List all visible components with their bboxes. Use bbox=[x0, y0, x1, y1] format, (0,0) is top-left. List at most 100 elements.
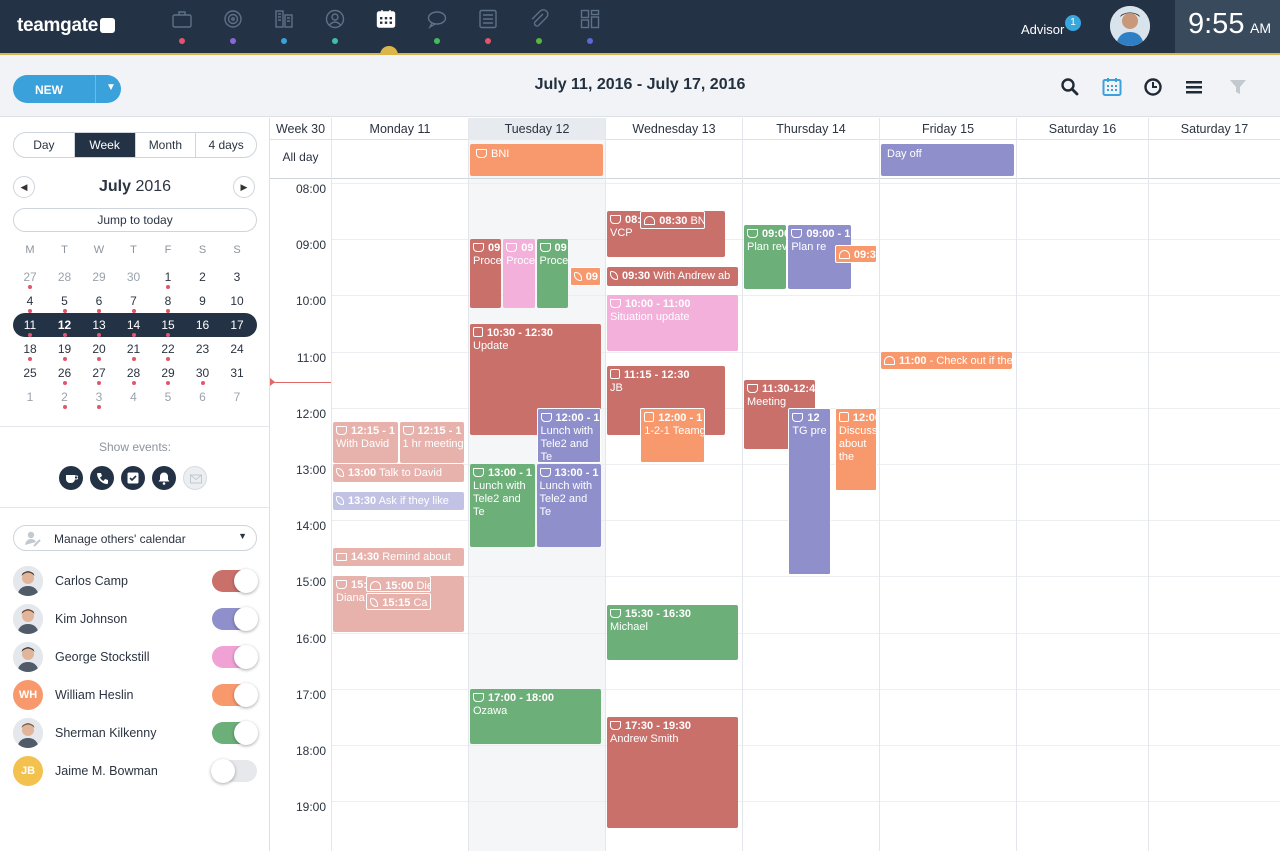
calendar-toggle[interactable] bbox=[212, 683, 258, 707]
tab-day[interactable]: Day bbox=[14, 133, 75, 157]
filter-phone[interactable] bbox=[90, 466, 114, 490]
teamgate-logo[interactable]: teamgate bbox=[17, 15, 116, 37]
mini-calendar-day[interactable]: 9 bbox=[186, 292, 220, 310]
mini-calendar-day[interactable]: 4 bbox=[13, 292, 47, 313]
calendar-toggle[interactable] bbox=[211, 759, 257, 783]
nav-list[interactable] bbox=[475, 8, 501, 44]
mini-calendar-day[interactable]: 30 bbox=[186, 364, 220, 385]
mini-calendar-day[interactable]: 19 bbox=[48, 340, 82, 361]
mini-calendar-day[interactable]: 13 bbox=[82, 316, 116, 337]
mini-calendar-day[interactable]: 2 bbox=[186, 268, 220, 286]
calendar-event[interactable]: 11:00 - Check out if the bbox=[881, 351, 1012, 370]
mini-calendar-day[interactable]: 4 bbox=[117, 388, 151, 406]
mini-calendar-day[interactable]: 23 bbox=[186, 340, 220, 358]
mini-calendar-day[interactable]: 6 bbox=[82, 292, 116, 313]
mini-calendar-day[interactable]: 6 bbox=[186, 388, 220, 406]
mini-calendar-day[interactable]: 25 bbox=[13, 364, 47, 382]
allday-event[interactable]: BNI bbox=[470, 144, 603, 176]
allday-event[interactable]: Day off bbox=[881, 144, 1014, 176]
nav-building[interactable] bbox=[271, 8, 297, 44]
mini-calendar-day[interactable]: 22 bbox=[151, 340, 185, 361]
nav-calendar[interactable] bbox=[373, 8, 399, 44]
calendar-event[interactable]: 12:15 - 11 hr meeting bbox=[399, 421, 464, 463]
mini-calendar-day[interactable]: 26 bbox=[48, 364, 82, 385]
mini-calendar-day[interactable]: 1 bbox=[13, 388, 47, 406]
next-month-icon[interactable]: ▶ bbox=[233, 176, 255, 198]
nav-contact[interactable] bbox=[322, 8, 348, 44]
calendar-toggle[interactable] bbox=[212, 645, 258, 669]
calendar-event[interactable]: 15:00 Die bbox=[366, 576, 431, 593]
calendar-event[interactable]: 17:00 - 18:00 Ozawa bbox=[470, 688, 601, 744]
mini-calendar-day[interactable]: 3 bbox=[82, 388, 116, 409]
jump-to-today-button[interactable]: Jump to today bbox=[13, 208, 257, 232]
tab-4-days[interactable]: 4 days bbox=[196, 133, 256, 157]
mini-calendar-week[interactable]: 18 19 20 21 22 23 24 bbox=[13, 337, 257, 361]
clock-icon[interactable] bbox=[1143, 77, 1163, 97]
mini-calendar-day[interactable]: 30 bbox=[117, 268, 151, 286]
mini-calendar-day[interactable]: 17 bbox=[220, 316, 254, 334]
mini-calendar-day[interactable]: 29 bbox=[151, 364, 185, 385]
mini-calendar-week[interactable]: 1234567 bbox=[13, 385, 257, 409]
mini-calendar-day[interactable]: 29 bbox=[82, 268, 116, 286]
calendar-event[interactable]: 12:00 - 1 1-2-1 Teamg bbox=[640, 407, 705, 463]
filter-icon[interactable] bbox=[1228, 77, 1248, 97]
mini-calendar-day[interactable]: 1 bbox=[151, 268, 185, 289]
day-header[interactable]: Monday 11 bbox=[331, 118, 468, 140]
mini-calendar-week[interactable]: 25 26 27 28 29 30 31 bbox=[13, 361, 257, 385]
mini-calendar-day[interactable]: 16 bbox=[186, 316, 220, 334]
mini-calendar-day[interactable]: 7 bbox=[117, 292, 151, 313]
filter-reminder[interactable] bbox=[152, 466, 176, 490]
mini-calendar-day[interactable]: 31 bbox=[220, 364, 254, 382]
calendar-event[interactable]: 09:30 bbox=[834, 244, 878, 264]
calendar-event[interactable]: 09 bbox=[569, 267, 601, 286]
mini-calendar-day[interactable]: 21 bbox=[117, 340, 151, 361]
calendar-event[interactable]: 09Proces bbox=[536, 239, 568, 309]
nav-target[interactable] bbox=[220, 8, 246, 44]
calendar-event[interactable]: 10:00 - 11:00 Situation update bbox=[607, 295, 738, 351]
mini-calendar-day[interactable]: 8 bbox=[151, 292, 185, 313]
mini-calendar-day[interactable]: 14 bbox=[117, 316, 151, 337]
user-name[interactable]: Advisor bbox=[1021, 22, 1064, 37]
user-avatar[interactable] bbox=[1110, 6, 1150, 46]
nav-paperclip[interactable] bbox=[526, 8, 552, 44]
calendar-event[interactable]: 12:00 - 1 Lunch with Tele2 and Te bbox=[536, 407, 601, 463]
mini-calendar-day[interactable]: 20 bbox=[82, 340, 116, 361]
calendar-event[interactable]: 09:00Plan revi bbox=[744, 225, 787, 289]
notification-badge[interactable]: 1 bbox=[1065, 15, 1081, 31]
mini-calendar-day[interactable]: 7 bbox=[220, 388, 254, 406]
calendar-event[interactable]: 12 TG pre bbox=[788, 407, 831, 576]
nav-briefcase[interactable] bbox=[169, 8, 195, 44]
calendar-event[interactable]: 13:00 - 1 Lunch with Tele2 and Te bbox=[470, 464, 535, 548]
calendar-toggle[interactable] bbox=[212, 607, 258, 631]
calendar-view-icon[interactable] bbox=[1102, 77, 1122, 97]
filter-meeting[interactable] bbox=[59, 466, 83, 490]
nav-chat[interactable] bbox=[424, 8, 450, 44]
mini-calendar-day[interactable]: 12 bbox=[48, 316, 82, 337]
list-view-icon[interactable] bbox=[1184, 77, 1204, 97]
day-header[interactable]: Tuesday 12 bbox=[468, 118, 605, 140]
mini-calendar-day[interactable]: 27 bbox=[13, 268, 47, 289]
mini-calendar-day[interactable]: 28 bbox=[48, 268, 82, 286]
calendar-event[interactable]: 09 Proce bbox=[503, 239, 535, 309]
day-header[interactable]: Friday 15 bbox=[879, 118, 1016, 140]
tab-week[interactable]: Week bbox=[74, 133, 136, 157]
calendar-toggle[interactable] bbox=[212, 569, 258, 593]
calendar-event[interactable]: 08:30 BN bbox=[640, 211, 705, 229]
mini-calendar-day[interactable]: 5 bbox=[151, 388, 185, 406]
calendar-event[interactable]: 09 Proce bbox=[470, 239, 502, 309]
calendar-event[interactable]: 13:30 Ask if they like bbox=[333, 492, 464, 510]
search-icon[interactable] bbox=[1060, 77, 1080, 97]
tab-month[interactable]: Month bbox=[136, 133, 197, 157]
calendar-event[interactable]: 13:00 Talk to David bbox=[333, 464, 464, 482]
calendar-toggle[interactable] bbox=[212, 721, 258, 745]
calendar-event[interactable]: 12:00Discuss about the bbox=[834, 407, 878, 492]
mini-calendar-day[interactable]: 18 bbox=[13, 340, 47, 361]
calendar-event[interactable]: 17:30 - 19:30 Andrew Smith bbox=[607, 716, 738, 829]
mini-calendar-day[interactable]: 11 bbox=[13, 316, 47, 337]
calendar-event[interactable]: 15:30 - 16:30 Michael bbox=[607, 604, 738, 660]
nav-dashboard[interactable] bbox=[577, 8, 603, 44]
manage-calendar-dropdown[interactable]: Manage others' calendar ▼ bbox=[13, 525, 257, 551]
mini-calendar-week[interactable]: 11 12 13 14 15 16 17 bbox=[13, 313, 257, 337]
mini-calendar-day[interactable]: 2 bbox=[48, 388, 82, 409]
mini-calendar-week[interactable]: 27 28 29 30 1 2 3 bbox=[13, 265, 257, 289]
